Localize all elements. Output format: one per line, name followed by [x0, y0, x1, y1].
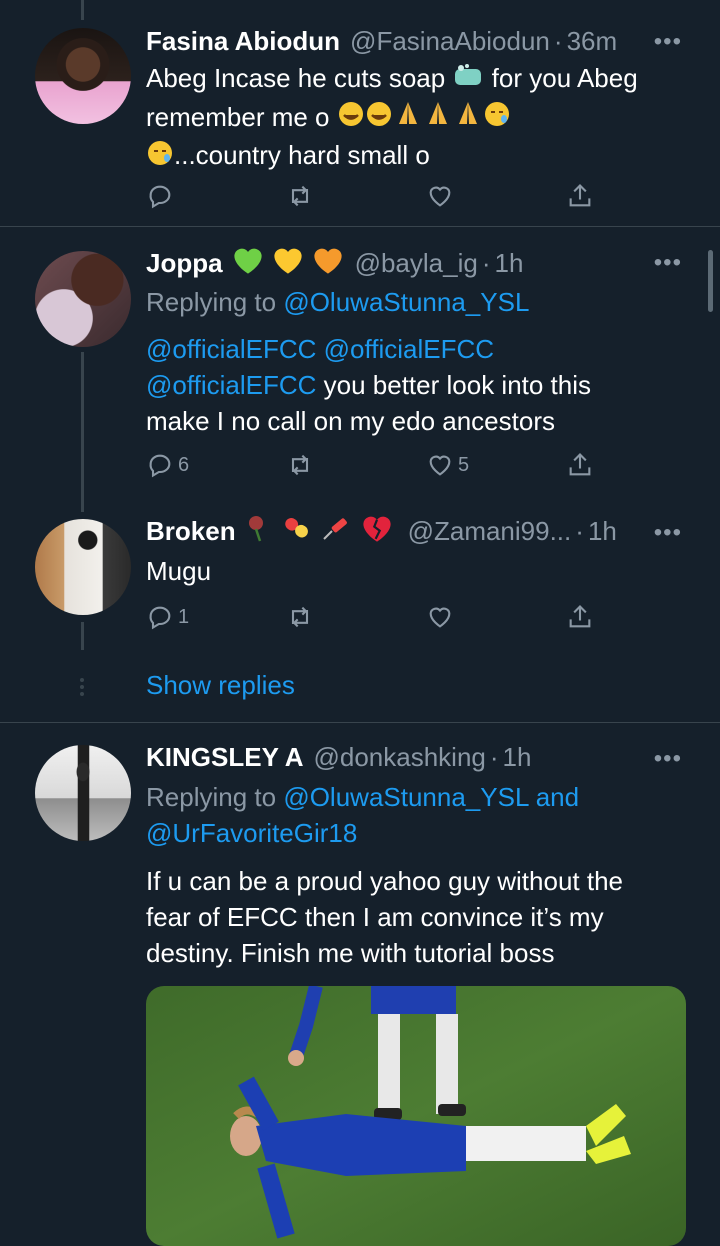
wilted-rose-icon: [244, 513, 274, 550]
reply-icon: [149, 454, 171, 478]
tweet-text-line: for you Abeg: [491, 63, 638, 93]
more-options-icon[interactable]: •••: [654, 745, 682, 773]
tweet-text-line: you better look into this: [323, 370, 592, 400]
reply-icon: [149, 185, 171, 209]
retweet-icon: [291, 454, 309, 476]
like-button[interactable]: 5: [426, 451, 469, 479]
reply-context: Replying to @OluwaStunna_YSL: [146, 284, 690, 320]
reply-to-link[interactable]: @OluwaStunna_YSL: [283, 287, 529, 317]
reply-button[interactable]: [146, 182, 174, 210]
broken-heart-icon: [360, 513, 394, 550]
user-handle[interactable]: @FasinaAbiodun: [350, 26, 550, 57]
tweet-actions: 1: [146, 603, 596, 635]
sleepy-emoji-icon: [146, 139, 174, 176]
tweet-actions: 6 5: [146, 451, 596, 483]
reply-button[interactable]: 1: [146, 603, 189, 631]
reply-count: 1: [178, 605, 190, 628]
display-name[interactable]: KINGSLEY A: [146, 742, 303, 773]
tweet-text-line: make I no call on my edo ancestors: [146, 406, 555, 436]
tweet-text: Abeg Incase he cuts soap for you Abeg re…: [146, 60, 690, 176]
tweet-text-line: Abeg Incase he cuts soap: [146, 63, 446, 93]
more-options-icon[interactable]: •••: [654, 28, 682, 56]
orange-heart-icon: [311, 245, 345, 282]
more-options-icon[interactable]: •••: [654, 249, 682, 277]
user-handle[interactable]: @bayla_ig: [355, 248, 478, 279]
yellow-heart-icon: [271, 245, 305, 282]
avatar[interactable]: [35, 745, 131, 841]
retweet-button[interactable]: [286, 451, 314, 479]
tweet-text: If u can be a proud yahoo guy without th…: [146, 863, 690, 971]
share-icon: [569, 605, 591, 628]
share-button[interactable]: [566, 451, 594, 479]
vertical-dots-icon: [78, 676, 86, 698]
retweet-icon: [291, 606, 309, 628]
reply-context: Replying to @OluwaStunna_YSL and @UrFavo…: [146, 779, 690, 851]
retweet-button[interactable]: [286, 603, 314, 631]
share-button[interactable]: [566, 603, 594, 631]
heart-icon: [429, 186, 451, 207]
replying-to-label: Replying to: [146, 287, 277, 317]
replying-to-label: Replying to: [146, 782, 277, 812]
sleepy-emoji-icon: [483, 100, 511, 137]
more-options-icon[interactable]: •••: [654, 519, 682, 547]
timestamp[interactable]: 1h: [503, 742, 532, 773]
display-name[interactable]: Joppa: [146, 248, 223, 279]
timestamp[interactable]: 36m: [567, 26, 618, 57]
tweet-media-image[interactable]: [146, 986, 686, 1246]
mention-link[interactable]: @officialEFCC: [324, 334, 494, 364]
like-button[interactable]: [426, 603, 454, 631]
rofl-emoji-icon: [365, 100, 393, 137]
reply-and-label[interactable]: and: [536, 782, 579, 812]
reply-button[interactable]: 6: [146, 451, 189, 479]
mention-link[interactable]: @officialEFCC: [146, 334, 316, 364]
tweet-text-line: fear of EFCC then I am convince it’s my: [146, 902, 604, 932]
heart-icon: [429, 607, 451, 628]
pray-emoji-icon: [393, 100, 423, 137]
timestamp[interactable]: 1h: [588, 516, 617, 547]
syringe-icon: [320, 513, 354, 550]
tweet-text-line: ...country hard small o: [174, 140, 430, 171]
avatar[interactable]: [35, 28, 131, 124]
tweet-text-line: destiny. Finish me with tutorial boss: [146, 938, 555, 968]
retweet-button[interactable]: [286, 182, 314, 210]
separator-dot: ·: [575, 515, 584, 546]
green-heart-icon: [231, 245, 265, 282]
avatar[interactable]: [35, 251, 131, 347]
pray-emoji-icon: [453, 100, 483, 137]
reply-count: 6: [178, 453, 190, 476]
share-icon: [569, 184, 591, 207]
display-name[interactable]: Fasina Abiodun: [146, 26, 340, 57]
avatar[interactable]: [35, 519, 131, 615]
user-handle[interactable]: @donkashking: [313, 742, 485, 773]
reply-to-link[interactable]: @OluwaStunna_YSL: [283, 782, 528, 812]
separator-dot: ·: [553, 25, 563, 56]
show-replies-link[interactable]: Show replies: [146, 670, 295, 701]
like-count: 5: [458, 453, 470, 476]
display-name[interactable]: Broken: [146, 516, 236, 547]
tweet[interactable]: Broken @Zamani99... · 1h ••• Mugu 1: [0, 507, 720, 657]
tweet-actions: [146, 182, 596, 214]
tweet-text-line: remember me o: [146, 101, 330, 132]
tweet[interactable]: Fasina Abiodun @FasinaAbiodun · 36m ••• …: [0, 0, 720, 226]
share-button[interactable]: [566, 182, 594, 210]
retweet-icon: [291, 185, 309, 207]
reply-to-link[interactable]: @UrFavoriteGir18: [146, 818, 357, 848]
timestamp[interactable]: 1h: [495, 248, 524, 279]
pill-icon: [280, 513, 314, 550]
like-button[interactable]: [426, 182, 454, 210]
reply-icon: [149, 606, 171, 630]
soap-emoji-icon: [452, 62, 484, 99]
separator-dot: ·: [481, 247, 491, 278]
pray-emoji-icon: [423, 100, 453, 137]
tweet-text: Mugu: [146, 556, 212, 586]
rofl-emoji-icon: [337, 100, 365, 137]
tweet[interactable]: Joppa @bayla_ig · 1h ••• Replying to @Ol…: [0, 227, 720, 507]
heart-icon: [429, 455, 451, 476]
share-icon: [569, 453, 591, 476]
tweet-text-line: If u can be a proud yahoo guy without th…: [146, 866, 624, 896]
mention-link[interactable]: @officialEFCC: [146, 370, 316, 400]
separator-dot: ·: [489, 741, 499, 772]
tweet-text: @officialEFCC @officialEFCC @officialEFC…: [146, 331, 690, 439]
user-handle[interactable]: @Zamani99...: [408, 516, 572, 547]
